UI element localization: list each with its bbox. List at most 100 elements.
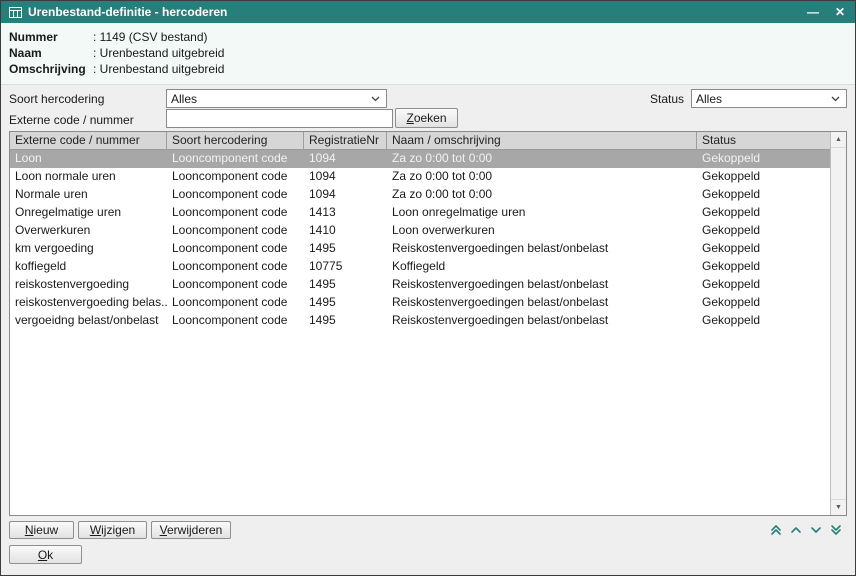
column-header[interactable]: Externe code / nummer xyxy=(10,132,167,149)
table-row[interactable]: Onregelmatige urenLooncomponent code1413… xyxy=(10,204,830,222)
table-cell: 1495 xyxy=(304,294,387,312)
verwijderen-button[interactable]: Verwijderen xyxy=(151,521,231,539)
close-button[interactable]: ✕ xyxy=(835,6,845,18)
double-chevron-up-icon xyxy=(769,523,783,537)
soort-hercodering-value: Alles xyxy=(171,92,197,106)
externe-code-input[interactable] xyxy=(166,109,393,128)
table-cell: Looncomponent code xyxy=(167,276,304,294)
table-cell: Gekoppeld xyxy=(697,222,830,240)
info-label: Naam xyxy=(9,45,93,61)
wijzigen-button[interactable]: Wijzigen xyxy=(78,521,147,539)
table-cell: Gekoppeld xyxy=(697,150,830,168)
table-cell: 1094 xyxy=(304,168,387,186)
table-row[interactable]: reiskostenvergoedingLooncomponent code14… xyxy=(10,276,830,294)
scroll-down-button[interactable]: ▼ xyxy=(831,499,846,515)
table-cell: Gekoppeld xyxy=(697,294,830,312)
table-row[interactable]: Normale urenLooncomponent code1094Za zo … xyxy=(10,186,830,204)
column-header[interactable]: Naam / omschrijving xyxy=(387,132,697,149)
table-cell: Reiskostenvergoedingen belast/onbelast xyxy=(387,276,697,294)
chevron-down-icon xyxy=(831,96,842,102)
info-label: Nummer xyxy=(9,29,93,45)
table-cell: reiskostenvergoeding belas... xyxy=(10,294,167,312)
table-cell: 1495 xyxy=(304,240,387,258)
table-row[interactable]: km vergoedingLooncomponent code1495Reisk… xyxy=(10,240,830,258)
info-value: : Urenbestand uitgebreid xyxy=(93,61,224,77)
table-cell: 1495 xyxy=(304,276,387,294)
table-cell: Overwerkuren xyxy=(10,222,167,240)
soort-hercodering-label: Soort hercodering xyxy=(9,92,104,106)
table-row[interactable]: reiskostenvergoeding belas...Looncompone… xyxy=(10,294,830,312)
recode-table: Externe code / nummerSoort hercoderingRe… xyxy=(9,131,847,516)
titlebar[interactable]: Urenbestand-definitie - hercoderen — ✕ xyxy=(1,1,855,23)
table-row[interactable]: koffiegeldLooncomponent code10775Koffieg… xyxy=(10,258,830,276)
table-cell: Looncomponent code xyxy=(167,186,304,204)
window-title: Urenbestand-definitie - hercoderen xyxy=(28,5,801,19)
table-cell: km vergoeding xyxy=(10,240,167,258)
dialog-window: Urenbestand-definitie - hercoderen — ✕ N… xyxy=(0,0,856,576)
table-cell: Looncomponent code xyxy=(167,240,304,258)
info-row-omschrijving: Omschrijving : Urenbestand uitgebreid xyxy=(9,61,847,77)
nav-last-button[interactable] xyxy=(827,521,845,539)
table-cell: Reiskostenvergoedingen belast/onbelast xyxy=(387,240,697,258)
chevron-down-icon xyxy=(371,96,382,102)
table-cell: Za zo 0:00 tot 0:00 xyxy=(387,168,697,186)
table-cell: Za zo 0:00 tot 0:00 xyxy=(387,186,697,204)
record-navigation xyxy=(767,521,845,539)
table-cell: reiskostenvergoeding xyxy=(10,276,167,294)
table-cell: Looncomponent code xyxy=(167,312,304,330)
table-cell: 1094 xyxy=(304,150,387,168)
info-row-naam: Naam : Urenbestand uitgebreid xyxy=(9,45,847,61)
table-cell: Gekoppeld xyxy=(697,186,830,204)
table-cell: koffiegeld xyxy=(10,258,167,276)
scroll-up-icon: ▲ xyxy=(835,136,842,143)
table-cell: Looncomponent code xyxy=(167,168,304,186)
column-header[interactable]: Soort hercodering xyxy=(167,132,304,149)
ok-button[interactable]: Ok xyxy=(9,545,82,564)
table-row[interactable]: vergoeidng belast/onbelastLooncomponent … xyxy=(10,312,830,330)
nav-next-button[interactable] xyxy=(807,521,825,539)
table-cell: Gekoppeld xyxy=(697,312,830,330)
table-cell: Reiskostenvergoedingen belast/onbelast xyxy=(387,312,697,330)
table-cell: Za zo 0:00 tot 0:00 xyxy=(387,150,697,168)
table-cell: Reiskostenvergoedingen belast/onbelast xyxy=(387,294,697,312)
table-row[interactable]: LoonLooncomponent code1094Za zo 0:00 tot… xyxy=(10,150,830,168)
table-cell: Normale uren xyxy=(10,186,167,204)
table-cell: 1094 xyxy=(304,186,387,204)
table-cell: 1495 xyxy=(304,312,387,330)
nav-prev-button[interactable] xyxy=(787,521,805,539)
table-cell: Looncomponent code xyxy=(167,222,304,240)
zoeken-button[interactable]: Zoeken xyxy=(395,108,458,128)
info-value: : 1149 (CSV bestand) xyxy=(93,29,208,45)
status-select[interactable]: Alles xyxy=(691,89,847,108)
table-cell: Onregelmatige uren xyxy=(10,204,167,222)
scroll-up-button[interactable]: ▲ xyxy=(831,132,846,148)
table-cell: Gekoppeld xyxy=(697,204,830,222)
column-header[interactable]: Status xyxy=(697,132,830,149)
column-header[interactable]: RegistratieNr xyxy=(304,132,387,149)
info-row-nummer: Nummer : 1149 (CSV bestand) xyxy=(9,29,847,45)
table-cell: Gekoppeld xyxy=(697,168,830,186)
info-label: Omschrijving xyxy=(9,61,93,77)
table-header: Externe code / nummerSoort hercoderingRe… xyxy=(10,132,830,150)
minimize-button[interactable]: — xyxy=(807,6,819,18)
table-cell: Looncomponent code xyxy=(167,204,304,222)
chevron-down-icon xyxy=(809,523,823,537)
soort-hercodering-select[interactable]: Alles xyxy=(166,89,387,108)
scroll-down-icon: ▼ xyxy=(835,504,842,511)
externe-code-label: Externe code / nummer xyxy=(9,113,134,127)
status-label: Status xyxy=(650,92,684,106)
info-value: : Urenbestand uitgebreid xyxy=(93,45,224,61)
vertical-scrollbar[interactable]: ▲ ▼ xyxy=(830,132,846,515)
nav-first-button[interactable] xyxy=(767,521,785,539)
table-cell: Looncomponent code xyxy=(167,258,304,276)
table-cell: Gekoppeld xyxy=(697,276,830,294)
status-value: Alles xyxy=(696,92,722,106)
table-cell: Koffiegeld xyxy=(387,258,697,276)
table-body: LoonLooncomponent code1094Za zo 0:00 tot… xyxy=(10,150,830,330)
table-row[interactable]: OverwerkurenLooncomponent code1410Loon o… xyxy=(10,222,830,240)
nieuw-button[interactable]: Nieuw xyxy=(9,521,74,539)
table-cell: 10775 xyxy=(304,258,387,276)
table-cell: vergoeidng belast/onbelast xyxy=(10,312,167,330)
table-row[interactable]: Loon normale urenLooncomponent code1094Z… xyxy=(10,168,830,186)
info-panel: Nummer : 1149 (CSV bestand) Naam : Urenb… xyxy=(1,23,855,85)
